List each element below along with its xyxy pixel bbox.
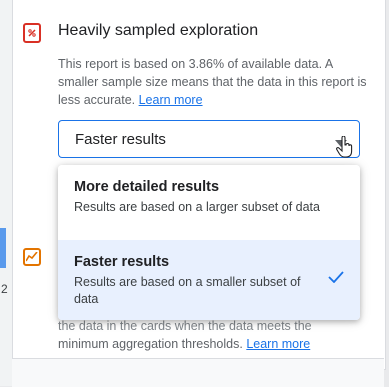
option-description: Results are based on a smaller subset of… — [74, 275, 301, 306]
checkmark-icon — [328, 270, 344, 288]
footnote-hidden-line: the data in the cards when the data meet… — [58, 319, 312, 333]
option-faster-results[interactable]: Faster results Results are based on a sm… — [58, 240, 360, 320]
option-label: More detailed results — [74, 179, 220, 195]
sampling-warning-icon — [23, 23, 41, 43]
background-selection-stripe — [0, 228, 6, 268]
results-mode-select[interactable]: Faster results — [58, 120, 360, 158]
second-card-footnote: the data in the cards when the data meet… — [58, 317, 358, 353]
hand-cursor-icon — [336, 135, 354, 163]
card-description-text: This report is based on 3.86% of availab… — [58, 57, 367, 107]
option-more-detailed-results[interactable]: More detailed results Results are based … — [58, 165, 360, 240]
option-label: Faster results — [74, 254, 170, 270]
chart-icon — [23, 248, 41, 266]
card-description: This report is based on 3.86% of availab… — [58, 55, 372, 109]
card-title: Heavily sampled exploration — [58, 22, 259, 39]
footnote-learn-more-link[interactable]: Learn more — [246, 337, 310, 351]
background-bottom-strip — [12, 358, 384, 387]
results-mode-dropdown: More detailed results Results are based … — [58, 165, 360, 320]
select-value: Faster results — [75, 131, 166, 148]
background-digit: 2 — [1, 282, 8, 296]
option-description: Results are based on a larger subset of … — [74, 200, 320, 214]
learn-more-link[interactable]: Learn more — [139, 93, 203, 107]
background-left-column: 2 — [0, 0, 12, 386]
footnote-text: minimum aggregation thresholds. — [58, 337, 243, 351]
